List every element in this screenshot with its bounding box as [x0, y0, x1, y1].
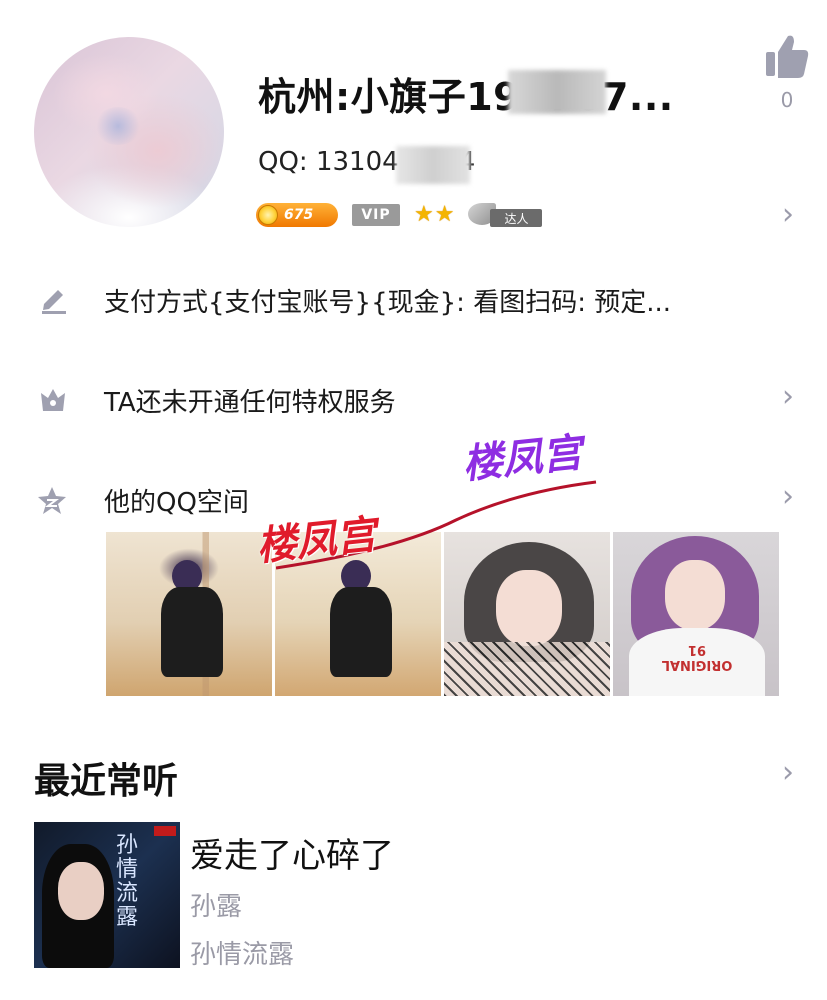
like-count: 0 [780, 88, 794, 112]
thumbs-up-icon[interactable] [764, 32, 810, 80]
chevron-right-icon[interactable]: › [782, 200, 794, 230]
qq-redaction [396, 146, 470, 184]
qq-prefix: 13104 [315, 147, 399, 177]
qq-label: QQ: [258, 147, 316, 177]
photo-figure-face [496, 570, 562, 646]
avatar-decoration [94, 107, 142, 145]
photo-figure-face [665, 560, 725, 630]
daren-badge[interactable]: 达人 [468, 201, 544, 229]
album-cover-title: 孙情流露 [116, 833, 139, 930]
level-stars[interactable]: ★ ★ [414, 204, 454, 226]
album-cover[interactable]: 孙情流露 [34, 822, 180, 968]
vip-badge[interactable]: VIP [352, 204, 400, 226]
qzone-row-text[interactable]: 他的QQ空间 [104, 482, 249, 519]
qzone-photo[interactable] [106, 532, 272, 696]
coin-badge[interactable]: 675 [256, 203, 338, 227]
star-icon: ★ [434, 202, 455, 227]
qzone-star-icon [36, 485, 66, 515]
song-title[interactable]: 爱走了心碎了 [190, 828, 394, 877]
pencil-icon [38, 284, 68, 314]
coin-icon [258, 205, 278, 225]
coin-value: 675 [284, 207, 314, 223]
badges-row: 675 VIP ★ ★ 达人 [256, 200, 544, 230]
album-figure-face [58, 862, 104, 920]
photo-figure-dress [330, 587, 392, 677]
album-label-tag [154, 826, 176, 836]
profile-name: 杭州:小旗子19 767... [258, 66, 674, 121]
profile-name-text: 杭州:小旗子19 [258, 75, 521, 119]
photo-figure-dress [161, 587, 223, 677]
qzone-photo[interactable]: ORIGINAL 91 [613, 532, 779, 696]
photo-shirt-text: ORIGINAL 91 [661, 642, 733, 672]
crown-icon [38, 385, 68, 415]
star-icon: ★ [414, 202, 434, 227]
chevron-right-icon[interactable]: › [782, 758, 794, 788]
section-title-recent-music: 最近常听 [34, 761, 179, 802]
avatar[interactable] [34, 37, 224, 227]
song-artist[interactable]: 孙露 [190, 886, 242, 923]
photo-fishnet [444, 642, 610, 696]
name-redaction [508, 70, 606, 114]
chevron-right-icon[interactable]: › [782, 482, 794, 512]
chevron-right-icon[interactable]: › [782, 382, 794, 412]
song-album[interactable]: 孙情流露 [190, 934, 294, 971]
payment-row-text[interactable]: 支付方式{支付宝账号}{现金}: 看图扫码: 预定... [104, 282, 671, 319]
daren-label: 达人 [490, 209, 543, 227]
privilege-row-text[interactable]: TA还未开通任何特权服务 [104, 382, 396, 419]
